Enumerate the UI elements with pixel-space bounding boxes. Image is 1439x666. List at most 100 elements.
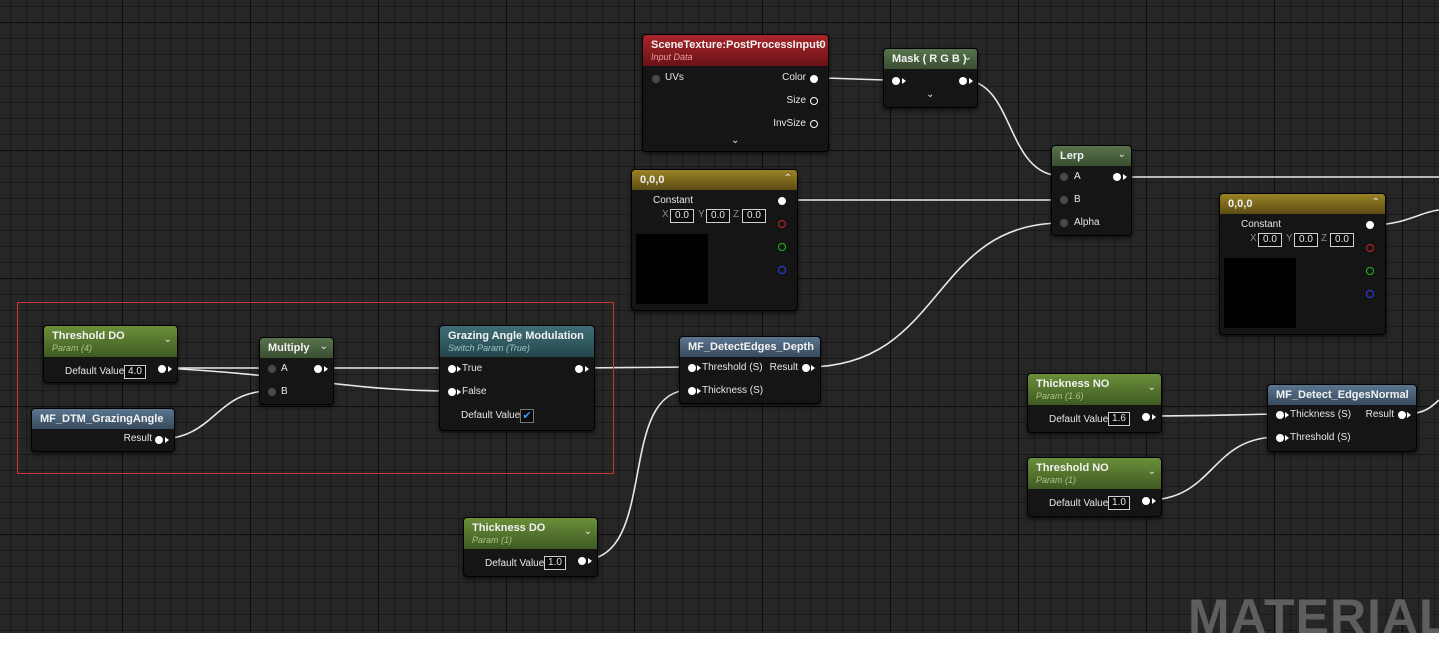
- switch-header[interactable]: Grazing Angle Modulation Switch Param (T…: [440, 326, 594, 357]
- z-value-field[interactable]: 0.0: [742, 209, 766, 223]
- red-output-pin[interactable]: [778, 220, 786, 228]
- default-value-field[interactable]: 1.0: [1108, 496, 1130, 510]
- y-value-field[interactable]: 0.0: [1294, 233, 1318, 247]
- chevron-down-icon[interactable]: ⌄: [731, 135, 739, 146]
- lerp-node[interactable]: Lerp ⌄ A B Alpha: [1051, 145, 1132, 236]
- mf-detect-edges-normal-node[interactable]: MF_Detect_EdgesNormal Thickness (S) Resu…: [1267, 384, 1417, 452]
- function-header[interactable]: MF_DTM_GrazingAngle: [32, 409, 174, 429]
- param-header[interactable]: Threshold DO Param (4) ⌄: [44, 326, 177, 357]
- default-value-label: Default Value: [461, 410, 521, 421]
- size-output-pin[interactable]: [810, 97, 818, 105]
- input-arrow: [457, 366, 461, 372]
- thickness-input-pin[interactable]: [1276, 411, 1284, 419]
- mask-output-pin[interactable]: [959, 77, 967, 85]
- pin-label-false: False: [462, 386, 487, 397]
- chevron-down-icon[interactable]: ⌄: [584, 526, 592, 537]
- param-output-pin[interactable]: [158, 365, 166, 373]
- threshold-do-param-node[interactable]: Threshold DO Param (4) ⌄ Default Value 4…: [43, 325, 178, 383]
- blue-output-pin[interactable]: [778, 266, 786, 274]
- x-value-field[interactable]: 0.0: [1258, 233, 1282, 247]
- multiply-b-pin[interactable]: [268, 388, 276, 396]
- param-output-pin[interactable]: [578, 557, 586, 565]
- uvs-input-pin[interactable]: [652, 75, 660, 83]
- multiply-a-pin[interactable]: [268, 365, 276, 373]
- material-graph-canvas[interactable]: SceneTexture:PostProcessInput0 Input Dat…: [0, 0, 1439, 633]
- z-value-field[interactable]: 0.0: [1330, 233, 1354, 247]
- param-output-pin[interactable]: [1142, 413, 1150, 421]
- output-arrow: [1152, 414, 1156, 420]
- constant-vector-node[interactable]: 0,0,0 ⌃ Constant X 0.0 Y 0.0 Z 0.0: [631, 169, 798, 311]
- switch-output-pin[interactable]: [575, 365, 583, 373]
- scene-texture-node[interactable]: SceneTexture:PostProcessInput0 Input Dat…: [642, 34, 829, 152]
- thickness-input-pin[interactable]: [688, 387, 696, 395]
- threshold-no-param-node[interactable]: Threshold NO Param (1) ⌄ Default Value 1…: [1027, 457, 1162, 517]
- node-title: Grazing Angle Modulation: [448, 330, 584, 342]
- blue-output-pin[interactable]: [1366, 290, 1374, 298]
- function-header[interactable]: MF_DetectEdges_Depth: [680, 337, 820, 357]
- mf-grazing-angle-node[interactable]: MF_DTM_GrazingAngle Result: [31, 408, 175, 452]
- input-arrow: [457, 389, 461, 395]
- threshold-input-pin[interactable]: [1276, 434, 1284, 442]
- node-title: Mask ( R G B ): [892, 53, 967, 65]
- x-value-field[interactable]: 0.0: [670, 209, 694, 223]
- constant-header[interactable]: 0,0,0 ⌃: [632, 170, 797, 190]
- color-output-pin[interactable]: [810, 75, 818, 83]
- thickness-no-param-node[interactable]: Thickness NO Param (1.6) ⌄ Default Value…: [1027, 373, 1162, 433]
- multiply-header[interactable]: Multiply ⌄: [260, 338, 333, 358]
- red-output-pin[interactable]: [1366, 244, 1374, 252]
- true-input-pin[interactable]: [448, 365, 456, 373]
- constant-vector-node[interactable]: 0,0,0 ⌃ Constant X 0.0 Y 0.0 Z 0.0: [1219, 193, 1386, 335]
- multiply-output-pin[interactable]: [314, 365, 322, 373]
- chevron-up-icon[interactable]: ⌃: [1372, 197, 1380, 208]
- scene-texture-header[interactable]: SceneTexture:PostProcessInput0 Input Dat…: [643, 35, 828, 66]
- default-value-checkbox[interactable]: ✔: [520, 409, 534, 423]
- param-header[interactable]: Threshold NO Param (1) ⌄: [1028, 458, 1161, 489]
- node-subtitle: Param (1): [1036, 475, 1077, 485]
- threshold-input-pin[interactable]: [688, 364, 696, 372]
- chevron-up-icon[interactable]: ⌃: [784, 173, 792, 184]
- chevron-down-icon[interactable]: ⌄: [320, 341, 328, 352]
- lerp-alpha-pin[interactable]: [1060, 219, 1068, 227]
- param-header[interactable]: Thickness NO Param (1.6) ⌄: [1028, 374, 1161, 405]
- result-output-pin[interactable]: [802, 364, 810, 372]
- chevron-down-icon[interactable]: ⌄: [815, 38, 823, 49]
- mask-input-pin[interactable]: [892, 77, 900, 85]
- lerp-header[interactable]: Lerp ⌄: [1052, 146, 1131, 166]
- constant-output-pin[interactable]: [778, 197, 786, 205]
- lerp-output-pin[interactable]: [1113, 173, 1121, 181]
- chevron-down-icon[interactable]: ⌄: [926, 89, 934, 100]
- default-value-field[interactable]: 1.0: [544, 556, 566, 570]
- multiply-node[interactable]: Multiply ⌄ A B: [259, 337, 334, 405]
- result-output-pin[interactable]: [1398, 411, 1406, 419]
- mask-node[interactable]: Mask ( R G B ) ⌄ ⌄: [883, 48, 978, 108]
- green-output-pin[interactable]: [1366, 267, 1374, 275]
- y-value-field[interactable]: 0.0: [706, 209, 730, 223]
- lerp-a-pin[interactable]: [1060, 173, 1068, 181]
- param-output-pin[interactable]: [1142, 497, 1150, 505]
- grazing-angle-switch-node[interactable]: Grazing Angle Modulation Switch Param (T…: [439, 325, 595, 431]
- node-subtitle: Switch Param (True): [448, 343, 530, 353]
- chevron-down-icon[interactable]: ⌄: [1148, 382, 1156, 393]
- param-header[interactable]: Thickness DO Param (1) ⌄: [464, 518, 597, 549]
- color-preview: [1224, 258, 1296, 328]
- constant-header[interactable]: 0,0,0 ⌃: [1220, 194, 1385, 214]
- lerp-output-arrow: [1123, 174, 1127, 180]
- chevron-down-icon[interactable]: ⌄: [1118, 149, 1126, 160]
- constant-output-pin[interactable]: [1366, 221, 1374, 229]
- chevron-down-icon[interactable]: ⌄: [1148, 466, 1156, 477]
- lerp-b-pin[interactable]: [1060, 196, 1068, 204]
- green-output-pin[interactable]: [778, 243, 786, 251]
- node-title: 0,0,0: [1228, 198, 1253, 210]
- pin-label-thickness: Thickness (S): [1290, 409, 1352, 420]
- mf-detect-edges-depth-node[interactable]: MF_DetectEdges_Depth Threshold (S) Resul…: [679, 336, 821, 404]
- false-input-pin[interactable]: [448, 388, 456, 396]
- mask-header[interactable]: Mask ( R G B ) ⌄: [884, 49, 977, 69]
- function-header[interactable]: MF_Detect_EdgesNormal: [1268, 385, 1416, 405]
- default-value-field[interactable]: 4.0: [124, 365, 146, 379]
- result-output-pin[interactable]: [155, 436, 163, 444]
- chevron-down-icon[interactable]: ⌄: [964, 52, 972, 63]
- chevron-down-icon[interactable]: ⌄: [164, 334, 172, 345]
- default-value-field[interactable]: 1.6: [1108, 412, 1130, 426]
- thickness-do-param-node[interactable]: Thickness DO Param (1) ⌄ Default Value 1…: [463, 517, 598, 577]
- invsize-output-pin[interactable]: [810, 120, 818, 128]
